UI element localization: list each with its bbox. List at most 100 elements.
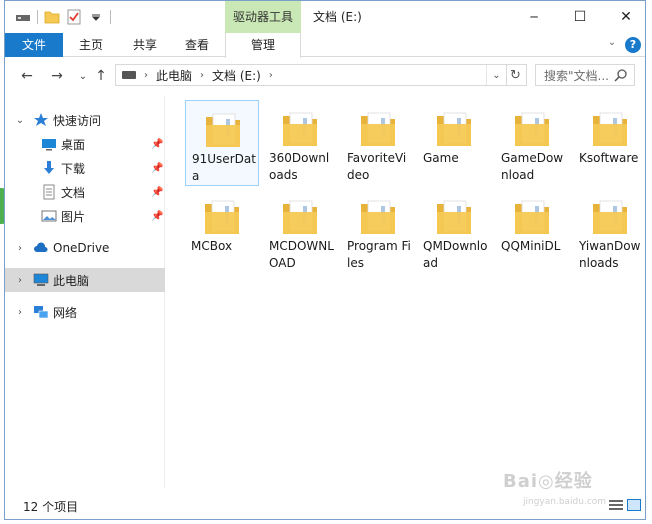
sidebar-item-pictures[interactable]: 图片 📌 (5, 204, 165, 228)
folder-item[interactable]: QQMiniDL (495, 188, 569, 274)
navigation-pane: ⌄ 快速访问 桌面 📌 下载 📌 文档 📌 图片 📌 › OneDrive › … (5, 96, 165, 488)
large-icons-view-icon[interactable] (627, 499, 641, 511)
recent-locations-button[interactable]: ⌄ (73, 66, 93, 86)
folder-item[interactable]: MCDOWNLOAD (263, 188, 337, 274)
pin-icon[interactable]: 📌 (151, 211, 163, 222)
expand-ribbon-icon[interactable]: ⌄ (605, 37, 619, 51)
address-dropdown-icon[interactable]: ⌄ (486, 65, 506, 85)
details-view-icon[interactable] (609, 499, 623, 511)
folder-name: QMDownload (423, 239, 488, 270)
folder-name: 91UserData (192, 152, 256, 183)
chevron-right-icon[interactable]: › (15, 307, 25, 318)
folder-name: FavoriteVideo (347, 151, 407, 182)
sidebar-item-network[interactable]: › 网络 (5, 300, 165, 324)
chevron-right-icon[interactable]: › (15, 243, 25, 254)
drive-icon[interactable] (15, 9, 31, 25)
folder-item[interactable]: 91UserData (185, 100, 259, 186)
sidebar-item-onedrive[interactable]: › OneDrive (5, 236, 165, 260)
sidebar-item-label: 桌面 (61, 137, 86, 152)
folder-icon (283, 112, 317, 146)
tab-file[interactable]: 文件 (5, 33, 63, 57)
tab-home[interactable]: 主页 (63, 33, 119, 57)
back-button[interactable]: ← (17, 66, 37, 86)
tab-manage[interactable]: 管理 (225, 33, 301, 58)
search-placeholder: 搜索"文档... (544, 68, 609, 83)
drive-tools-tab[interactable]: 驱动器工具 (225, 1, 301, 33)
toolbar-separator (110, 10, 111, 24)
maximize-icon: ☐ (573, 9, 587, 25)
pin-icon[interactable]: 📌 (151, 139, 163, 150)
search-icon (614, 69, 627, 82)
folder-icon (205, 200, 239, 234)
pin-icon[interactable]: 📌 (151, 163, 163, 174)
folder-icon (361, 112, 395, 146)
help-icon[interactable]: ? (625, 37, 641, 53)
quick-access-toolbar (15, 7, 111, 27)
minimize-button[interactable]: ─ (511, 1, 557, 33)
sidebar-item-quick-access[interactable]: ⌄ 快速访问 (5, 108, 165, 132)
breadcrumb-separator[interactable]: › (200, 70, 204, 81)
close-button[interactable]: ✕ (603, 1, 645, 33)
back-arrow-icon: ← (21, 68, 33, 84)
folder-icon (437, 112, 471, 146)
folder-item[interactable]: MCBox (185, 188, 259, 274)
chevron-down-icon: ⌄ (78, 70, 88, 82)
network-icon (34, 306, 49, 319)
properties-icon[interactable] (66, 9, 82, 25)
folder-name: YiwanDownloads (579, 239, 641, 270)
folder-name: MCBox (191, 239, 233, 253)
folder-item[interactable]: FavoriteVideo (341, 100, 415, 186)
folder-item[interactable]: Ksoftware (573, 100, 645, 186)
forward-button[interactable]: → (47, 66, 67, 86)
folder-item[interactable]: Game (417, 100, 491, 186)
search-input[interactable]: 搜索"文档... (535, 64, 635, 86)
customize-dropdown-icon[interactable] (88, 9, 104, 25)
pin-icon[interactable]: 📌 (151, 187, 163, 198)
sidebar-item-downloads[interactable]: 下载 📌 (5, 156, 165, 180)
sidebar-item-label: 此电脑 (53, 273, 90, 288)
address-bar[interactable]: › 此电脑 › 文档 (E:) › ⌄ (115, 64, 507, 86)
sidebar-item-label: 网络 (53, 305, 78, 320)
chevron-down-icon[interactable]: ⌄ (15, 115, 25, 126)
folder-item[interactable]: GameDownload (495, 100, 569, 186)
up-button[interactable]: ↑ (91, 66, 111, 86)
window-title: 文档 (E:) (313, 10, 362, 24)
chevron-right-icon[interactable]: › (15, 275, 25, 286)
up-arrow-icon: ↑ (95, 68, 107, 84)
new-folder-icon[interactable] (44, 9, 60, 25)
folder-name: MCDOWNLOAD (269, 239, 334, 270)
folder-item[interactable]: QMDownload (417, 188, 491, 274)
maximize-button[interactable]: ☐ (557, 1, 603, 33)
folder-item[interactable]: Program Files (341, 188, 415, 274)
watermark-url: jingyan.baidu.com (523, 497, 607, 507)
folder-item[interactable]: 360Downloads (263, 100, 337, 186)
breadcrumb-drive-e[interactable]: 文档 (E:) (212, 67, 261, 84)
ribbon-tabs: 文件 主页 共享 查看 管理 ⌄ ? (5, 33, 645, 58)
sidebar-item-documents[interactable]: 文档 📌 (5, 180, 165, 204)
toolbar-separator (37, 10, 38, 24)
star-icon (34, 113, 48, 126)
folder-icon (437, 200, 471, 234)
picture-icon (41, 210, 57, 222)
sidebar-item-label: 图片 (61, 209, 86, 224)
sidebar-item-this-pc[interactable]: › 此电脑 (5, 268, 165, 292)
breadcrumb-separator[interactable]: › (144, 70, 148, 81)
folder-name: 360Downloads (269, 151, 330, 182)
close-icon: ✕ (620, 9, 632, 25)
refresh-button[interactable]: ↻ (505, 64, 527, 86)
sidebar-item-label: OneDrive (53, 241, 110, 255)
download-icon (44, 161, 54, 174)
tab-view[interactable]: 查看 (171, 33, 223, 57)
folder-name: Program Files (347, 239, 411, 270)
folder-name: GameDownload (501, 151, 564, 182)
navigation-bar: ← → ⌄ ↑ › 此电脑 › 文档 (E:) › ⌄ ↻ 搜索"文档... (5, 58, 645, 94)
folder-name: QQMiniDL (501, 239, 561, 253)
sidebar-item-desktop[interactable]: 桌面 📌 (5, 132, 165, 156)
breadcrumb-this-pc[interactable]: 此电脑 (156, 67, 192, 84)
folder-name: Game (423, 151, 459, 165)
computer-icon (33, 273, 49, 286)
folder-item[interactable]: YiwanDownloads (573, 188, 645, 274)
tab-share[interactable]: 共享 (119, 33, 171, 57)
breadcrumb-separator[interactable]: › (269, 70, 273, 81)
folder-icon (593, 200, 627, 234)
